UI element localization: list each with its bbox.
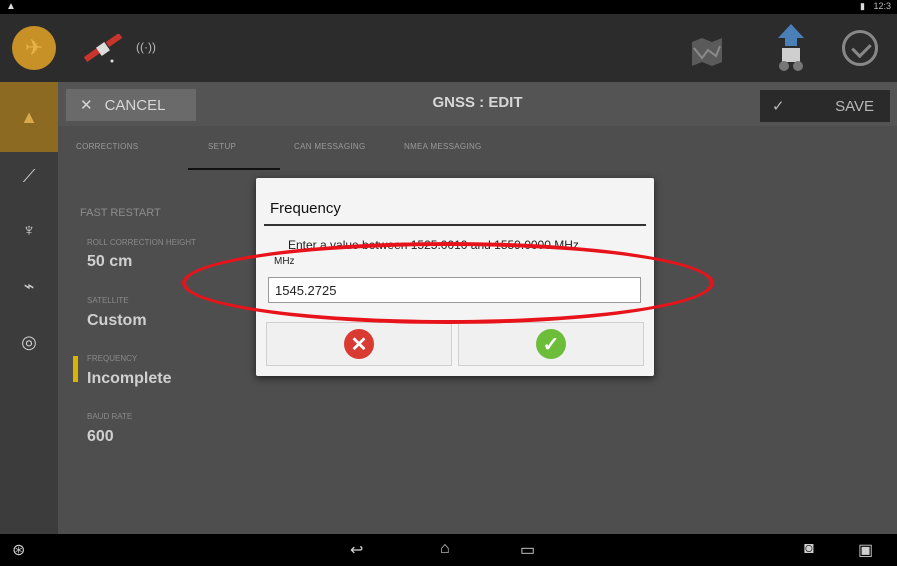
tractor-icon[interactable]	[774, 24, 808, 74]
battery-icon: ▮	[860, 1, 865, 11]
dialog-cancel-button[interactable]: ✕	[266, 322, 452, 366]
home-nav-icon[interactable]: ⌂	[440, 540, 450, 558]
status-bar: ▲ ▮ 12:3	[0, 0, 897, 14]
active-tab-indicator	[188, 168, 280, 170]
dialog-ok-button[interactable]: ✓	[458, 322, 644, 366]
setting-label: ROLL CORRECTION HEIGHT	[87, 238, 197, 247]
cancel-icon: ✕	[344, 329, 374, 359]
save-label: SAVE	[835, 97, 874, 115]
recent-apps-icon[interactable]: ▭	[520, 540, 535, 560]
wheel-icon[interactable]: ⊛	[12, 540, 25, 560]
ok-icon: ✓	[536, 329, 566, 359]
setting-value[interactable]: 600	[87, 428, 114, 446]
setting-label: FREQUENCY	[87, 354, 138, 363]
run-icon[interactable]: ⟋	[0, 166, 58, 187]
setting-value[interactable]: 50 cm	[87, 253, 132, 271]
status-time: 12:3	[873, 1, 891, 11]
logo-icon[interactable]: ✈	[12, 26, 56, 70]
signal-icon: ((·))	[136, 40, 156, 54]
setting-value[interactable]: Incomplete	[87, 370, 171, 388]
satellite-icon[interactable]	[84, 34, 128, 64]
tab-can-messaging[interactable]: CAN MESSAGING	[294, 142, 365, 151]
gauge-icon[interactable]: ◎	[0, 332, 58, 353]
dialog-title: Frequency	[270, 200, 341, 217]
setting-value[interactable]: Custom	[87, 312, 147, 330]
tab-setup[interactable]: SETUP	[208, 142, 236, 151]
action-bar: ✕ CANCEL GNSS : EDIT ✓ SAVE	[58, 82, 897, 126]
dialog-divider	[264, 224, 646, 226]
save-button[interactable]: ✓ SAVE	[760, 90, 890, 122]
back-icon[interactable]: ↩	[350, 540, 363, 560]
tab-corrections[interactable]: CORRECTIONS	[76, 142, 138, 151]
navigation-bar: ⊛ ↩ ⌂ ▭ ◙ ▣	[0, 534, 897, 566]
gnss-device-icon[interactable]: ◙	[804, 540, 814, 558]
warning-indicator	[73, 356, 78, 382]
fast-restart-button[interactable]: FAST RESTART	[80, 196, 198, 230]
pulse-icon[interactable]: ⌁	[0, 276, 58, 297]
tab-nmea-messaging[interactable]: NMEA MESSAGING	[404, 142, 482, 151]
home-icon[interactable]: ▲	[0, 82, 58, 152]
vehicle-icon[interactable]: ♆	[0, 220, 58, 241]
notification-icon: ▲	[6, 1, 16, 12]
tab-bar: CORRECTIONS SETUP CAN MESSAGING NMEA MES…	[58, 126, 897, 172]
camera-icon[interactable]: ▣	[858, 540, 873, 560]
map-icon[interactable]	[690, 36, 724, 66]
sidebar: ▲ ⟋ ♆ ⌁ ◎	[0, 82, 58, 534]
setting-label: SATELLITE	[87, 296, 129, 305]
check-icon: ✓	[772, 98, 785, 115]
setting-label: BAUD RATE	[87, 412, 133, 421]
annotation-ellipse	[182, 242, 714, 324]
top-bar: ✈ ((·))	[0, 14, 897, 82]
steering-wheel-icon[interactable]	[842, 30, 878, 66]
